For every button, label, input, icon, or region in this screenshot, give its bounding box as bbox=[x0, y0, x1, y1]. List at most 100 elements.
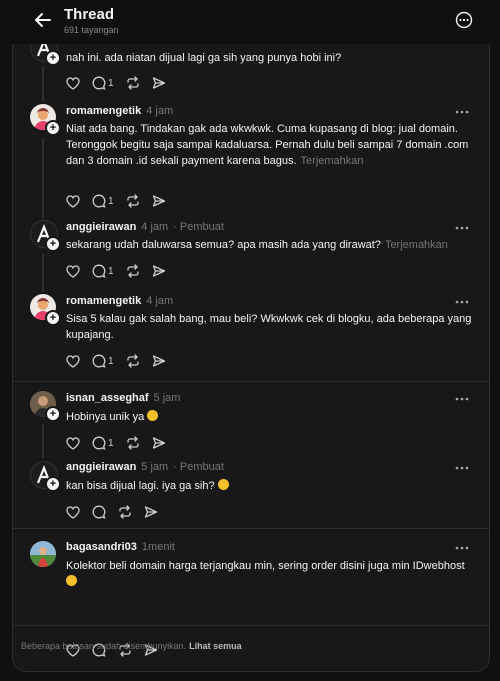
reply-count: 1 bbox=[108, 77, 114, 89]
repost-button[interactable] bbox=[126, 76, 140, 90]
username[interactable]: isnan_asseghaf 5 jam bbox=[66, 392, 180, 404]
timestamp: 4 jam bbox=[141, 221, 169, 233]
share-button[interactable] bbox=[152, 436, 166, 450]
reply-button[interactable]: 1 bbox=[92, 76, 114, 90]
reply-button[interactable]: 1 bbox=[92, 194, 114, 208]
heart-icon bbox=[66, 354, 80, 368]
share-icon bbox=[152, 77, 165, 89]
thread-card: + nah ini. ada niatan dijual lagi ga sih… bbox=[12, 44, 490, 672]
username[interactable]: romamengetik 4 jam bbox=[66, 295, 173, 307]
share-button[interactable] bbox=[152, 194, 166, 208]
post-text: sekarang udah daluwarsa semua? apa masih… bbox=[66, 237, 476, 253]
more-icon[interactable] bbox=[454, 225, 470, 231]
username-text: bagasandri03 bbox=[66, 541, 137, 553]
username[interactable]: anggieirawan 5 jam · Pembuat bbox=[66, 461, 224, 473]
top-bar: Thread 691 tayangan bbox=[0, 0, 500, 44]
thread-line bbox=[42, 138, 44, 218]
like-button[interactable] bbox=[66, 354, 80, 368]
reply-button[interactable] bbox=[92, 505, 106, 519]
post-item: + anggieirawan 4 jam · Pembuat sekarang ud… bbox=[13, 216, 489, 292]
post-text-body: Kolektor beli domain harga terjangkau mi… bbox=[66, 560, 465, 572]
more-icon[interactable] bbox=[454, 396, 470, 402]
thread-line bbox=[42, 424, 44, 458]
plus-icon[interactable]: + bbox=[45, 50, 61, 66]
heart-icon bbox=[66, 505, 80, 519]
like-button[interactable] bbox=[66, 436, 80, 450]
username-text: romamengetik bbox=[66, 105, 142, 117]
like-button[interactable] bbox=[66, 194, 80, 208]
see-all-link[interactable]: Lihat semua bbox=[189, 641, 242, 651]
username[interactable]: bagasandri03 1menit bbox=[66, 541, 175, 553]
repost-button[interactable] bbox=[126, 264, 140, 278]
repost-button[interactable] bbox=[126, 436, 140, 450]
plus-icon[interactable]: + bbox=[45, 406, 61, 422]
username[interactable]: romamengetik 4 jam bbox=[66, 105, 173, 117]
comment-icon bbox=[92, 264, 106, 278]
action-bar bbox=[66, 504, 170, 520]
share-icon bbox=[144, 506, 158, 518]
post-item: + anggieirawan 5 jam · Pembuat kan bisa di… bbox=[13, 456, 489, 528]
heart-icon bbox=[66, 436, 80, 450]
translate-link[interactable]: Terjemahkan bbox=[385, 239, 448, 251]
post-item: bagasandri03 1menit Kolektor beli domain … bbox=[13, 529, 489, 623]
action-bar: 1 bbox=[66, 435, 178, 451]
plus-icon[interactable]: + bbox=[45, 236, 61, 252]
timestamp: 1menit bbox=[141, 541, 175, 553]
repost-button[interactable] bbox=[126, 354, 140, 368]
repost-button[interactable] bbox=[118, 505, 132, 519]
post-item: + romamengetik 4 jam Sisa 5 kalau gak sal… bbox=[13, 290, 489, 380]
share-button[interactable] bbox=[152, 354, 166, 368]
post-text-body: Hobinya unik ya bbox=[66, 411, 145, 423]
share-button[interactable] bbox=[144, 505, 158, 519]
username-text: anggieirawan bbox=[66, 221, 137, 233]
repost-icon bbox=[126, 264, 139, 278]
emoji-icon bbox=[217, 479, 229, 490]
reply-button[interactable]: 1 bbox=[92, 436, 114, 450]
emoji-icon bbox=[66, 575, 77, 586]
comment-icon bbox=[92, 505, 106, 519]
reply-button[interactable]: 1 bbox=[92, 264, 114, 278]
avatar[interactable] bbox=[30, 541, 56, 567]
creator-badge: · Pembuat bbox=[173, 461, 224, 473]
plus-icon[interactable]: + bbox=[45, 310, 61, 326]
more-icon[interactable] bbox=[454, 545, 470, 551]
share-button[interactable] bbox=[152, 76, 166, 90]
username-text: isnan_asseghaf bbox=[66, 392, 149, 404]
post-text-body: kan bisa dijual lagi. iya ga sih? bbox=[66, 480, 215, 492]
emoji-icon bbox=[147, 410, 159, 421]
timestamp: 5 jam bbox=[141, 461, 169, 473]
like-button[interactable] bbox=[66, 264, 80, 278]
post-text: Kolektor beli domain harga terjangkau mi… bbox=[66, 558, 476, 590]
page-title: Thread bbox=[64, 6, 115, 23]
post-text: kan bisa dijual lagi. iya ga sih? bbox=[66, 478, 476, 494]
thread-line bbox=[42, 254, 44, 292]
reply-count: 1 bbox=[108, 355, 114, 367]
action-bar: 1 bbox=[66, 263, 178, 279]
repost-icon bbox=[126, 76, 139, 90]
post-text: Hobinya unik ya bbox=[66, 409, 476, 425]
post-text-body: sekarang udah daluwarsa semua? apa masih… bbox=[66, 239, 381, 251]
more-icon[interactable] bbox=[455, 11, 473, 29]
more-icon[interactable] bbox=[454, 109, 470, 115]
reply-count: 1 bbox=[108, 195, 114, 207]
post-text: Niat ada bang. Tindakan gak ada wkwkwk. … bbox=[66, 121, 476, 169]
plus-icon[interactable]: + bbox=[45, 476, 61, 492]
share-icon bbox=[152, 195, 165, 207]
share-button[interactable] bbox=[152, 264, 166, 278]
post-text: nah ini. ada niatan dijual lagi ga sih y… bbox=[66, 52, 342, 64]
post-item: + nah ini. ada niatan dijual lagi ga sih… bbox=[13, 44, 489, 102]
translate-link[interactable]: Terjemahkan bbox=[301, 155, 364, 167]
timestamp: 4 jam bbox=[146, 105, 174, 117]
plus-icon[interactable]: + bbox=[45, 120, 61, 136]
repost-button[interactable] bbox=[126, 194, 140, 208]
reply-button[interactable]: 1 bbox=[92, 354, 114, 368]
share-icon bbox=[152, 437, 165, 449]
like-button[interactable] bbox=[66, 505, 80, 519]
view-count: 691 tayangan bbox=[64, 25, 119, 35]
more-icon[interactable] bbox=[454, 299, 470, 305]
hidden-replies-note: Beberapa balasan sudah disembunyikan. Lih… bbox=[21, 641, 242, 651]
back-arrow-icon[interactable] bbox=[33, 10, 53, 30]
like-button[interactable] bbox=[66, 76, 80, 90]
username[interactable]: anggieirawan 4 jam · Pembuat bbox=[66, 221, 224, 233]
more-icon[interactable] bbox=[454, 465, 470, 471]
